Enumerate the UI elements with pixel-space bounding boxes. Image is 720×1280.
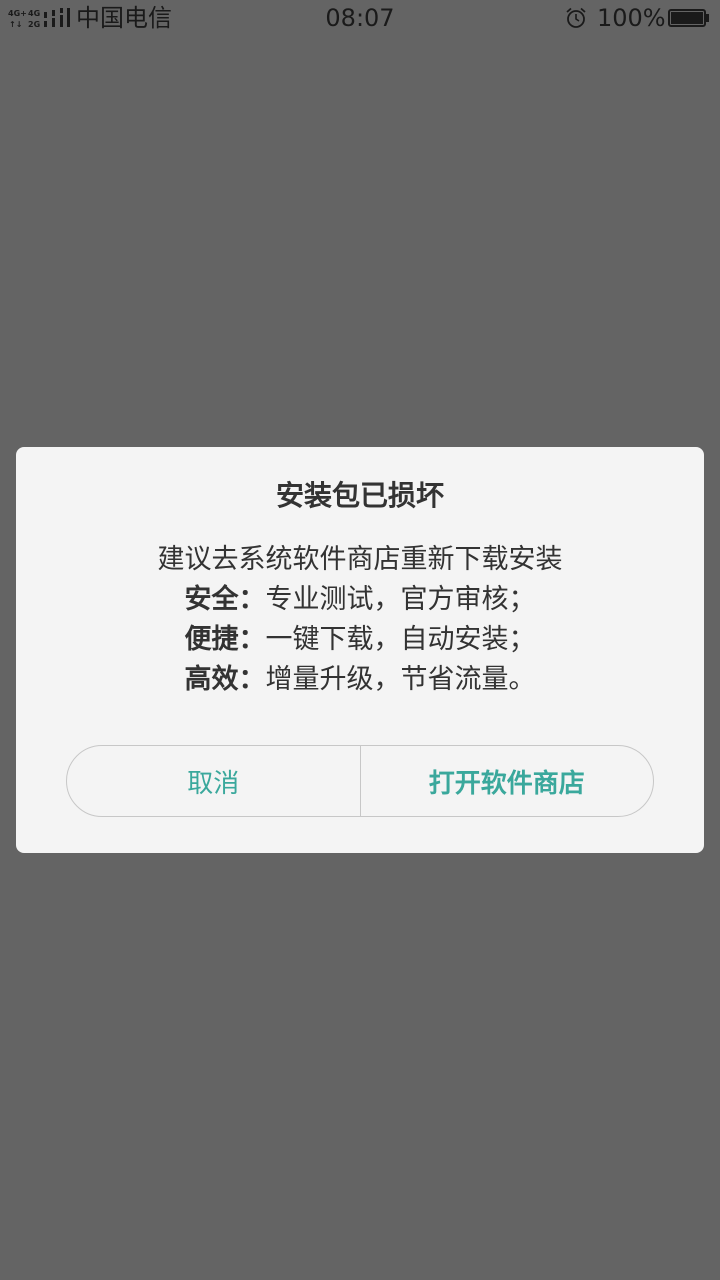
feature-line-convenience: 便捷：一键下载，自动安装； (0, 620, 720, 660)
status-bar: 4G+ 4G ↑↓ 2G 中国电信 08:07 100% (0, 0, 720, 36)
cancel-button[interactable]: 取消 (67, 746, 360, 816)
dialog-button-group: 取消 打开软件商店 (66, 745, 654, 817)
battery-full-icon (668, 9, 709, 27)
signal-4g-2g-icon: 4G+ 4G ↑↓ 2G (8, 8, 70, 29)
alarm-clock-icon (566, 7, 586, 28)
feature-text: 专业测试，官方审核； (265, 584, 536, 615)
feature-label: 高效： (184, 664, 266, 695)
svg-text:4G: 4G (28, 9, 40, 18)
dialog-title: 安装包已损坏 (275, 479, 444, 512)
battery-percentage: 100% (597, 4, 666, 32)
dialog-intro: 建议去系统软件商店重新下载安装 (157, 544, 563, 575)
feature-line-safety: 安全：专业测试，官方审核； (0, 580, 720, 620)
feature-label: 安全： (184, 584, 266, 615)
svg-text:4G+: 4G+ (8, 9, 27, 18)
carrier-name: 中国电信 (76, 4, 172, 32)
feature-label: 便捷： (184, 624, 266, 655)
open-app-store-button[interactable]: 打开软件商店 (361, 746, 654, 816)
dialog-message: 建议去系统软件商店重新下载安装 安全：专业测试，官方审核； 便捷：一键下载，自动… (0, 540, 720, 700)
svg-text:↑↓: ↑↓ (9, 20, 22, 29)
svg-text:2G: 2G (28, 20, 40, 29)
feature-line-efficiency: 高效：增量升级，节省流量。 (0, 660, 720, 700)
feature-text: 增量升级，节省流量。 (265, 664, 536, 695)
feature-text: 一键下载，自动安装； (265, 624, 536, 655)
screen: 4G+ 4G ↑↓ 2G 中国电信 08:07 100% 安装包已损坏 建议去系… (0, 0, 720, 1280)
